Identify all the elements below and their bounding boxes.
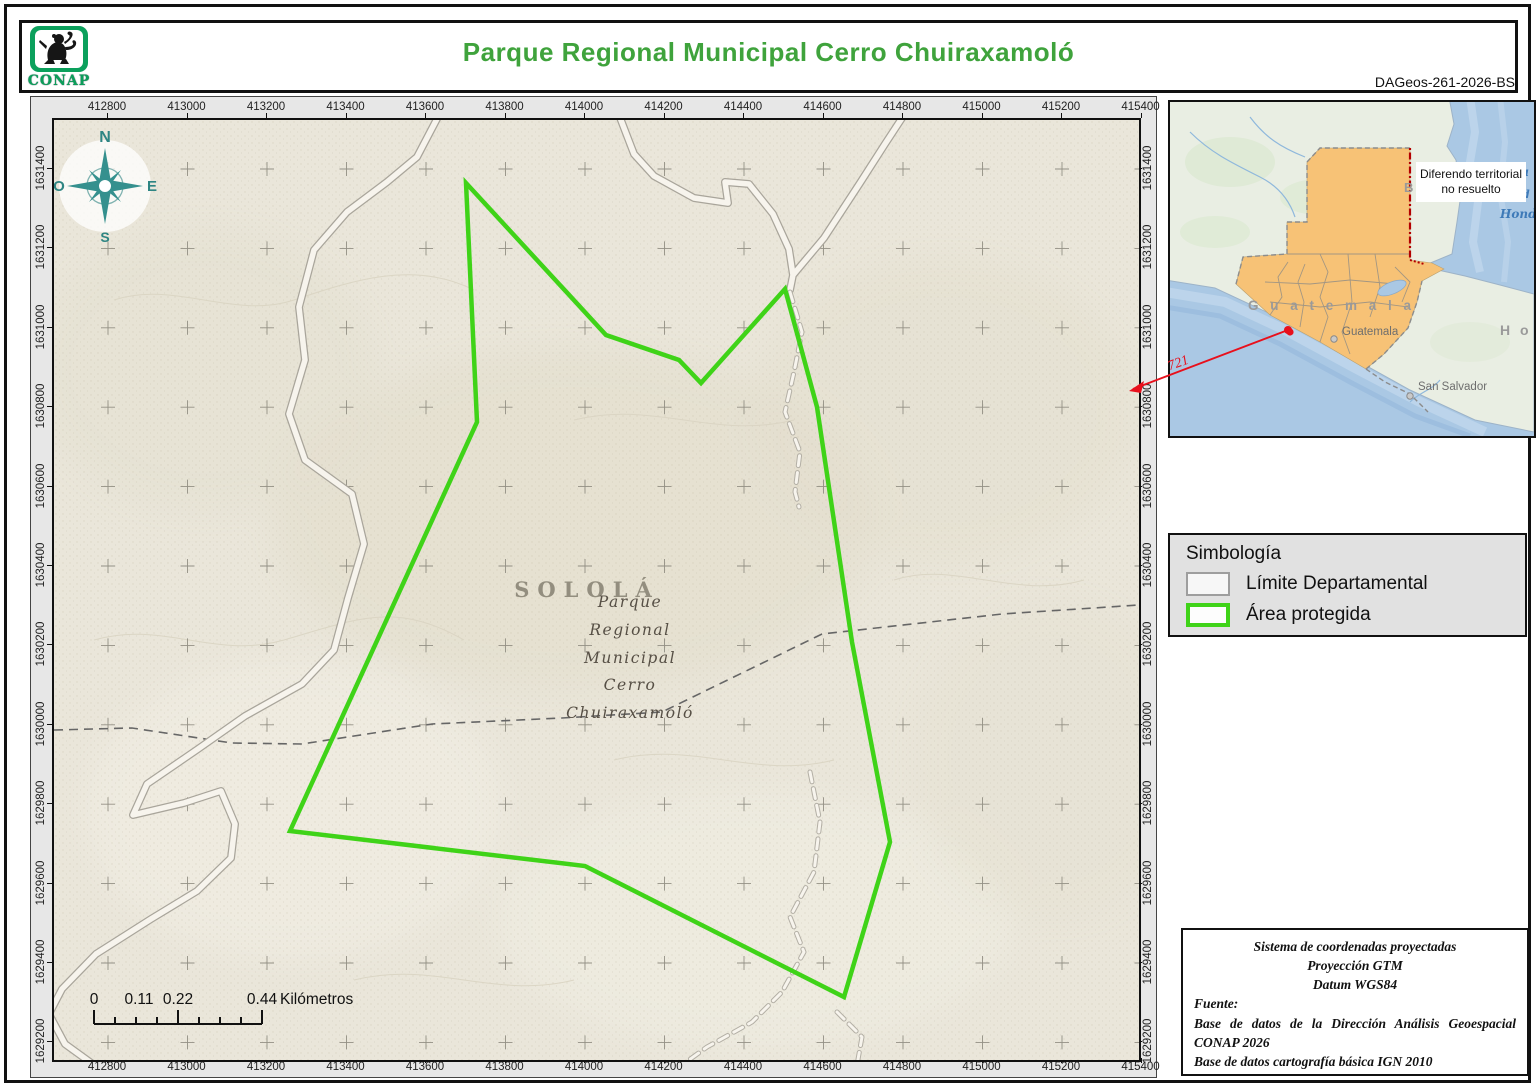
svg-text:Parque: Parque bbox=[597, 593, 662, 611]
san-salvador-dot bbox=[1406, 392, 1414, 400]
svg-text:N: N bbox=[99, 129, 111, 146]
source-line-1: Base de datos de la Dirección Análisis G… bbox=[1194, 1015, 1516, 1050]
svg-text:Municipal: Municipal bbox=[583, 649, 676, 667]
park-location-dot bbox=[1286, 328, 1294, 336]
coordinate-system-info: Sistema de coordenadas proyectadas Proye… bbox=[1181, 928, 1529, 1076]
grid-label-y-left: 1630800 bbox=[35, 383, 47, 429]
inset-city-label: Guatemala bbox=[1342, 326, 1399, 338]
source-line-2: Base de datos cartografía básica IGN 201… bbox=[1194, 1053, 1433, 1069]
inset-honduras-label: H o bbox=[1500, 322, 1532, 338]
document-id: DAGeos-261-2026-BS bbox=[1374, 74, 1515, 90]
grid-label-y-right: 1629600 bbox=[1142, 860, 1154, 905]
grid-label-x-top: 415000 bbox=[962, 101, 1001, 113]
source-label: Fuente: bbox=[1194, 996, 1239, 1012]
grid-label-x-top: 414600 bbox=[803, 101, 842, 113]
conap-logo-text: CONAP bbox=[27, 73, 91, 89]
map-frame: 412800 412800 413000 413000 413200 413200 4134… bbox=[30, 96, 1160, 1078]
svg-text:O: O bbox=[54, 178, 65, 195]
header: Parque Regional Municipal Cerro Chuiraxa… bbox=[19, 20, 1518, 93]
grid-label-y-left: 1631200 bbox=[35, 225, 47, 270]
grid-label-x-top: 414800 bbox=[882, 101, 922, 113]
svg-text:E: E bbox=[147, 178, 157, 195]
grid-label-y-right: 1630800 bbox=[1142, 383, 1154, 429]
grid-label-y-left: 1630600 bbox=[35, 463, 47, 508]
grid-label-x-top: 415200 bbox=[1041, 101, 1081, 113]
legend-item-label: Área protegida bbox=[1246, 604, 1371, 625]
grid-label-x-top: 415400 bbox=[1121, 101, 1160, 113]
legend-title: Simbología bbox=[1186, 543, 1282, 564]
map-document-page: Parque Regional Municipal Cerro Chuiraxa… bbox=[0, 0, 1536, 1089]
svg-text:Chuiraxamoló: Chuiraxamoló bbox=[566, 704, 694, 722]
projection-line: Proyección GTM bbox=[1307, 958, 1403, 974]
grid-label-x-top: 413000 bbox=[167, 101, 206, 113]
grid-label-y-left: 1629800 bbox=[35, 780, 47, 826]
inset-country-label: G u a t e m a l a bbox=[1248, 298, 1415, 313]
grid-label-y-left: 1630400 bbox=[35, 542, 47, 588]
map-canvas: N S E O SOLOLÁ Parque Regional Municipal… bbox=[54, 120, 1139, 1060]
grid-label-y-right: 1629400 bbox=[1142, 939, 1154, 985]
grid-label-y-left: 1629200 bbox=[35, 1019, 47, 1064]
inset-belize-label: B bbox=[1404, 180, 1413, 195]
grid-label-y-right: 1630200 bbox=[1142, 622, 1154, 667]
grid-label-x-top: 414000 bbox=[564, 101, 604, 113]
grid-label-x-top: 414400 bbox=[723, 101, 763, 113]
grid-label-y-right: 1631000 bbox=[1142, 304, 1154, 350]
protected-area-swatch bbox=[1186, 603, 1230, 627]
svg-text:Regional: Regional bbox=[588, 621, 670, 639]
departmental-limit-swatch bbox=[1186, 572, 1230, 596]
legend: Simbología Límite Departamental Área pro… bbox=[1168, 533, 1527, 637]
grid-label-y-left: 1629400 bbox=[35, 939, 47, 985]
grid-label-x-top: 412800 bbox=[87, 101, 127, 113]
svg-text:0.44: 0.44 bbox=[247, 991, 278, 1008]
legend-item-limite: Límite Departamental bbox=[1186, 572, 1525, 596]
legend-item-label: Límite Departamental bbox=[1246, 573, 1428, 594]
svg-text:0: 0 bbox=[90, 991, 99, 1008]
svg-text:S: S bbox=[100, 229, 109, 245]
datum-line: Datum WGS84 bbox=[1312, 977, 1398, 993]
svg-text:Cerro: Cerro bbox=[604, 676, 657, 694]
grid-label-y-left: 1630200 bbox=[35, 622, 47, 667]
svg-text:Hond: Hond bbox=[1499, 207, 1534, 221]
svg-text:Kilómetros: Kilómetros bbox=[280, 991, 353, 1008]
grid-label-y-left: 1630000 bbox=[35, 701, 47, 747]
grid-label-y-right: 1630400 bbox=[1142, 542, 1154, 588]
grid-label-x-top: 414200 bbox=[644, 101, 683, 113]
page-title: Parque Regional Municipal Cerro Chuiraxa… bbox=[462, 37, 1075, 67]
grid-label-y-right: 1631400 bbox=[1142, 145, 1154, 191]
guatemala-city-dot bbox=[1330, 335, 1338, 343]
grid-label-y-right: 1631200 bbox=[1142, 225, 1154, 270]
grid-label-y-right: 1629200 bbox=[1142, 1019, 1154, 1064]
svg-text:0.11: 0.11 bbox=[124, 991, 153, 1008]
main-map: N S E O SOLOLÁ Parque Regional Municipal… bbox=[52, 118, 1141, 1062]
grid-label-y-right: 1629800 bbox=[1142, 780, 1154, 826]
conap-logo: CONAP bbox=[24, 26, 94, 89]
grid-label-x-top: 413600 bbox=[405, 101, 445, 113]
legend-item-area: Área protegida bbox=[1186, 603, 1525, 627]
conap-monkey-icon bbox=[30, 26, 88, 72]
grid-label-x-top: 413400 bbox=[326, 101, 365, 113]
grid-label-y-left: 1629600 bbox=[35, 860, 47, 905]
grid-label-x-top: 413800 bbox=[485, 101, 524, 113]
crs-line: Sistema de coordenadas proyectadas bbox=[1253, 939, 1457, 954]
grid-label-y-left: 1631400 bbox=[35, 145, 47, 191]
territorial-dispute-note: Diferendo territorial no resuelto bbox=[1416, 162, 1526, 202]
grid-label-y-left: 1631000 bbox=[35, 304, 47, 350]
grid-label-y-right: 1630600 bbox=[1142, 463, 1154, 508]
inset-san-salvador-label: San Salvador bbox=[1418, 381, 1487, 393]
svg-text:0.22: 0.22 bbox=[163, 991, 193, 1008]
grid-label-y-right: 1630000 bbox=[1142, 701, 1154, 747]
grid-label-x-top: 413200 bbox=[246, 101, 286, 113]
inset-overview-map: G u a t e m a l a Guatemala San Salvador… bbox=[1168, 100, 1536, 438]
